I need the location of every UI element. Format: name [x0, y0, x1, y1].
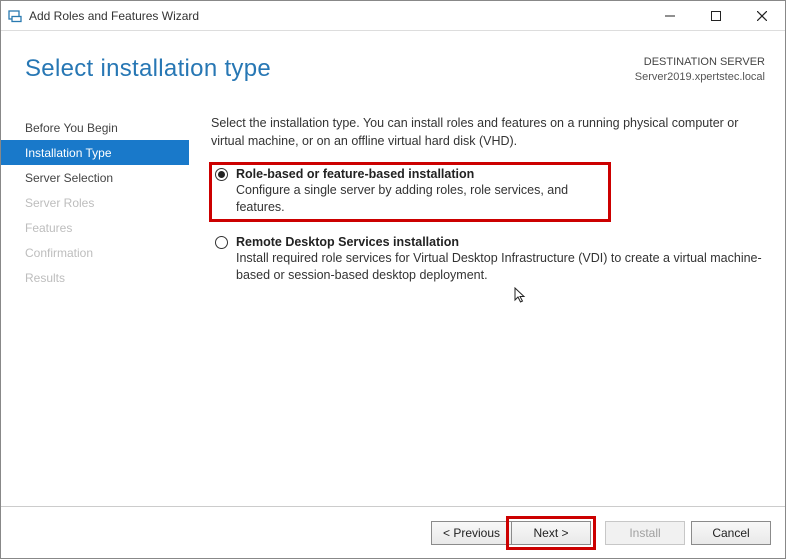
nav-button-pair: < Previous Next > [431, 521, 591, 545]
option-desc: Install required role services for Virtu… [236, 250, 763, 284]
minimize-button[interactable] [647, 1, 693, 31]
sidebar-item-label: Confirmation [25, 246, 93, 260]
footer: < Previous Next > Install Cancel [1, 506, 785, 558]
sidebar-item-confirmation: Confirmation [1, 240, 189, 265]
button-label: Cancel [712, 526, 749, 540]
sidebar-item-label: Server Selection [25, 171, 113, 185]
titlebar: Add Roles and Features Wizard [1, 1, 785, 31]
sidebar-item-installation-type[interactable]: Installation Type [1, 140, 189, 165]
install-button: Install [605, 521, 685, 545]
sidebar-item-server-selection[interactable]: Server Selection [1, 165, 189, 190]
cancel-button[interactable]: Cancel [691, 521, 771, 545]
sidebar: Before You Begin Installation Type Serve… [1, 111, 189, 483]
radio-role-based[interactable] [215, 168, 228, 181]
sidebar-item-label: Server Roles [25, 196, 94, 210]
destination-label: DESTINATION SERVER [635, 55, 765, 70]
body: Before You Begin Installation Type Serve… [1, 111, 785, 483]
next-button[interactable]: Next > [511, 521, 591, 545]
sidebar-item-label: Installation Type [25, 146, 112, 160]
destination-block: DESTINATION SERVER Server2019.xpertstec.… [635, 55, 765, 86]
option-title: Role-based or feature-based installation [236, 167, 607, 181]
sidebar-item-label: Features [25, 221, 72, 235]
option-text: Role-based or feature-based installation… [236, 167, 607, 216]
button-label: Next > [533, 526, 568, 540]
option-title: Remote Desktop Services installation [236, 235, 763, 249]
intro-text: Select the installation type. You can in… [211, 115, 765, 150]
sidebar-item-before-you-begin[interactable]: Before You Begin [1, 115, 189, 140]
option-text: Remote Desktop Services installation Ins… [236, 235, 763, 284]
sidebar-item-server-roles: Server Roles [1, 190, 189, 215]
sidebar-item-results: Results [1, 265, 189, 290]
sidebar-item-label: Results [25, 271, 65, 285]
content: Select the installation type. You can in… [189, 111, 785, 483]
destination-server-name: Server2019.xpertstec.local [635, 70, 765, 85]
window-title: Add Roles and Features Wizard [29, 9, 199, 23]
sidebar-item-features: Features [1, 215, 189, 240]
window-controls [647, 1, 785, 31]
page-title: Select installation type [25, 55, 271, 83]
option-remote-desktop[interactable]: Remote Desktop Services installation Ins… [211, 232, 765, 288]
app-icon [7, 8, 23, 24]
button-label: Install [629, 526, 660, 540]
option-role-based[interactable]: Role-based or feature-based installation… [211, 164, 609, 220]
maximize-button[interactable] [693, 1, 739, 31]
button-label: < Previous [443, 526, 500, 540]
option-desc: Configure a single server by adding role… [236, 182, 607, 216]
radio-remote-desktop[interactable] [215, 236, 228, 249]
sidebar-item-label: Before You Begin [25, 121, 118, 135]
close-button[interactable] [739, 1, 785, 31]
header: Select installation type DESTINATION SER… [1, 31, 785, 111]
previous-button[interactable]: < Previous [431, 521, 511, 545]
